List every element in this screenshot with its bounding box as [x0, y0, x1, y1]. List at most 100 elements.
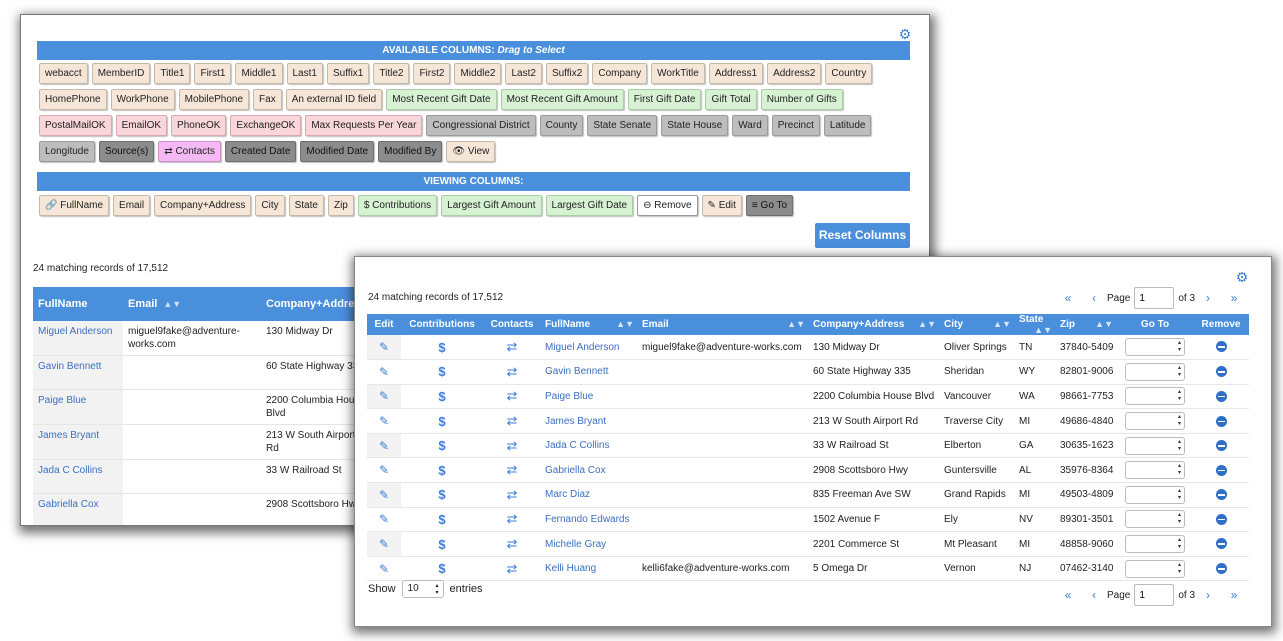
viewing-column-chip[interactable]: Zip	[327, 195, 354, 216]
available-column-chip[interactable]: Number of Gifts	[760, 89, 843, 110]
swap-icon[interactable]: ⇄	[507, 561, 518, 576]
dollar-icon[interactable]: $	[438, 537, 445, 552]
dollar-icon[interactable]: $	[438, 414, 445, 429]
fullname-link[interactable]: James Bryant	[33, 424, 123, 460]
available-column-chip[interactable]: Country	[825, 63, 873, 84]
available-column-chip[interactable]: Created Date	[224, 141, 297, 162]
col-header-email[interactable]: Email ▲▼	[123, 287, 261, 321]
fullname-link[interactable]: Paige Blue	[541, 384, 638, 410]
available-column-chip[interactable]: Most Recent Gift Date	[386, 89, 497, 110]
available-column-chip[interactable]: Address1	[708, 63, 764, 84]
fullname-link[interactable]: Gabriella Cox	[541, 457, 638, 484]
gear-icon[interactable]: ⚙	[1235, 270, 1249, 284]
available-column-chip[interactable]: Last2	[505, 63, 542, 84]
goto-select[interactable]	[1125, 485, 1185, 504]
available-column-chip[interactable]: First Gift Date	[627, 89, 702, 110]
available-column-chip[interactable]: EmailOK	[115, 115, 168, 136]
available-column-chip[interactable]: Suffix1	[326, 63, 370, 84]
remove-icon[interactable]	[1215, 366, 1227, 378]
available-column-chip[interactable]: Congressional District	[426, 115, 536, 136]
available-column-chip[interactable]: Gift Total	[705, 89, 757, 110]
available-column-chip[interactable]: Ward	[732, 115, 768, 136]
viewing-column-chip[interactable]: State	[288, 195, 324, 216]
edit-icon[interactable]: ✎	[379, 439, 389, 453]
goto-select[interactable]	[1125, 387, 1185, 406]
available-column-chip[interactable]: State Senate	[587, 115, 658, 136]
edit-icon[interactable]: ✎	[379, 463, 389, 477]
remove-icon[interactable]	[1215, 390, 1227, 402]
goto-select[interactable]	[1125, 338, 1185, 357]
entries-select[interactable]: 10	[401, 580, 444, 598]
available-column-chip[interactable]: State House	[661, 115, 729, 136]
viewing-column-chip[interactable]: $ Contributions	[357, 195, 438, 216]
available-column-chip[interactable]: WorkPhone	[110, 89, 175, 110]
page-input[interactable]	[1134, 584, 1175, 606]
dollar-icon[interactable]: $	[438, 438, 445, 453]
next-page-button[interactable]: ›	[1195, 588, 1221, 602]
swap-icon[interactable]: ⇄	[507, 364, 518, 379]
available-column-chip[interactable]: ExchangeOK	[230, 115, 302, 136]
available-column-chip[interactable]: Last1	[286, 63, 323, 84]
col-header-address[interactable]: Company+Address ▲▼	[809, 314, 940, 335]
available-column-chip[interactable]: MobilePhone	[178, 89, 250, 110]
gear-icon[interactable]: ⚙	[898, 27, 912, 41]
viewing-column-chip[interactable]: ⊖ Remove	[637, 195, 698, 216]
fullname-link[interactable]: Gavin Bennett	[541, 359, 638, 385]
swap-icon[interactable]: ⇄	[507, 462, 518, 477]
viewing-column-chip[interactable]: Largest Gift Amount	[441, 195, 542, 216]
available-column-chip[interactable]: Fax	[253, 89, 282, 110]
dollar-icon[interactable]: $	[438, 487, 445, 502]
available-column-chip[interactable]: Source(s)	[98, 141, 155, 162]
edit-icon[interactable]: ✎	[379, 414, 389, 428]
col-header-fullname[interactable]: FullName ▲▼	[541, 314, 638, 335]
available-column-chip[interactable]: County	[539, 115, 584, 136]
viewing-column-chip[interactable]: 🔗 FullName	[39, 195, 110, 216]
goto-select[interactable]	[1125, 412, 1185, 431]
available-column-chip[interactable]: PhoneOK	[171, 115, 227, 136]
remove-icon[interactable]	[1215, 563, 1227, 575]
available-column-chip[interactable]: Company	[592, 63, 648, 84]
fullname-link[interactable]: Miguel Anderson	[541, 335, 638, 361]
viewing-column-chip[interactable]: City	[255, 195, 285, 216]
dollar-icon[interactable]: $	[438, 561, 445, 576]
col-header-city[interactable]: City ▲▼	[940, 314, 1015, 335]
first-page-button[interactable]: «	[1055, 291, 1081, 305]
available-column-chip[interactable]: An external ID field	[285, 89, 383, 110]
available-column-chip[interactable]: Middle1	[235, 63, 283, 84]
available-column-chip[interactable]: HomePhone	[39, 89, 107, 110]
edit-icon[interactable]: ✎	[379, 340, 389, 354]
fullname-link[interactable]: Gabriella Cox	[33, 493, 123, 525]
prev-page-button[interactable]: ‹	[1081, 588, 1107, 602]
goto-select[interactable]	[1125, 510, 1185, 529]
viewing-column-chip[interactable]: ≡ Go To	[745, 195, 794, 216]
available-column-chip[interactable]: First2	[413, 63, 451, 84]
fullname-link[interactable]: Michelle Gray	[541, 531, 638, 557]
fullname-link[interactable]: James Bryant	[541, 408, 638, 434]
fullname-link[interactable]: Paige Blue	[33, 389, 123, 425]
goto-select[interactable]	[1125, 461, 1185, 480]
available-column-chip[interactable]: First1	[194, 63, 232, 84]
available-column-chip[interactable]: Modified Date	[300, 141, 375, 162]
fullname-link[interactable]: Jada C Collins	[541, 433, 638, 459]
available-column-chip[interactable]: Title2	[373, 63, 410, 84]
available-column-chip[interactable]: WorkTitle	[651, 63, 705, 84]
swap-icon[interactable]: ⇄	[507, 536, 518, 551]
available-column-chip[interactable]: Modified By	[378, 141, 443, 162]
available-column-chip[interactable]: Precinct	[771, 115, 820, 136]
remove-icon[interactable]	[1215, 538, 1227, 550]
swap-icon[interactable]: ⇄	[507, 413, 518, 428]
fullname-link[interactable]: Marc Diaz	[541, 482, 638, 508]
edit-icon[interactable]: ✎	[379, 562, 389, 576]
viewing-column-chip[interactable]: Email	[113, 195, 151, 216]
dollar-icon[interactable]: $	[438, 512, 445, 527]
swap-icon[interactable]: ⇄	[507, 487, 518, 502]
available-column-chip[interactable]: Middle2	[454, 63, 502, 84]
available-column-chip[interactable]: Address2	[767, 63, 822, 84]
first-page-button[interactable]: «	[1055, 588, 1081, 602]
available-column-chip[interactable]: Latitude	[823, 115, 872, 136]
fullname-link[interactable]: Gavin Bennett	[33, 355, 123, 390]
goto-select[interactable]	[1125, 559, 1185, 578]
remove-icon[interactable]	[1215, 440, 1227, 452]
available-column-chip[interactable]: MemberID	[91, 63, 151, 84]
next-page-button[interactable]: ›	[1195, 291, 1221, 305]
